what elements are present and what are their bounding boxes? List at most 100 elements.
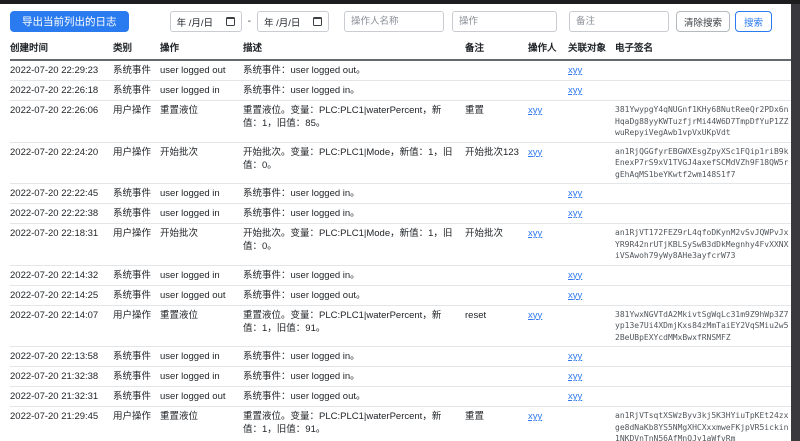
cell-category: 系统事件 (113, 285, 160, 305)
related-object-link[interactable]: xyy (568, 270, 582, 281)
cell-category: 系统事件 (113, 81, 160, 101)
related-object-link[interactable]: xyy (568, 351, 582, 362)
cell-operation: user logged in (160, 81, 243, 101)
cell-operator: xyy (528, 101, 568, 143)
cell-description: 系统事件：user logged in。 (243, 204, 465, 224)
filter-toolbar: 导出当前列出的日志 年 /月/日 - 年 /月/日 清除搜索 搜索 (10, 11, 791, 32)
calendar-icon[interactable] (226, 17, 235, 26)
related-object-link[interactable]: xyy (568, 85, 582, 96)
operator-link[interactable]: xyy (528, 411, 542, 422)
cell-description: 系统事件：user logged out。 (243, 387, 465, 407)
cell-operator: xyy (528, 407, 568, 441)
cell-signature: 381YwxNGVTdA2MkivtSgWqLc31m9Z9hWp3Z7yp13… (615, 305, 791, 347)
cell-category: 系统事件 (113, 367, 160, 387)
export-logs-button[interactable]: 导出当前列出的日志 (10, 11, 129, 32)
cell-description: 系统事件：user logged in。 (243, 265, 465, 285)
cell-related-object (568, 224, 615, 266)
cell-related-object: xyy (568, 204, 615, 224)
cell-signature: 381YwypgY4qNUGnf1KHy68NutReeQr2PDx6nHqaD… (615, 101, 791, 143)
related-object-link[interactable]: xyy (568, 65, 582, 76)
remark-input[interactable] (569, 11, 669, 32)
cell-signature (615, 81, 791, 101)
cell-category: 系统事件 (113, 60, 160, 81)
cell-related-object: xyy (568, 285, 615, 305)
cell-operation: 开始批次 (160, 224, 243, 266)
cell-operation: 开始批次 (160, 142, 243, 184)
cell-operation: user logged in (160, 184, 243, 204)
cell-related-object: xyy (568, 81, 615, 101)
cell-created-time: 2022-07-20 22:14:07 (10, 305, 113, 347)
cell-description: 开始批次。变量：PLC:PLC1|Mode，新值：1，旧值：0。 (243, 224, 465, 266)
cell-operator (528, 367, 568, 387)
cell-signature (615, 367, 791, 387)
scrollbar[interactable] (791, 4, 800, 441)
cell-remark: 重置 (465, 407, 528, 441)
cell-signature (615, 184, 791, 204)
date-to-value: 年 /月/日 (264, 15, 300, 29)
log-row: 2022-07-20 21:29:45 用户操作 重置液位 重置液位。变量：PL… (10, 407, 791, 441)
cell-description: 开始批次。变量：PLC:PLC1|Mode，新值：1，旧值：0。 (243, 142, 465, 184)
related-object-link[interactable]: xyy (568, 391, 582, 402)
cell-description: 重置液位。变量：PLC:PLC1|waterPercent，新值：1，旧值：85… (243, 101, 465, 143)
operator-link[interactable]: xyy (528, 310, 542, 321)
cell-operation: user logged in (160, 204, 243, 224)
operator-link[interactable]: xyy (528, 105, 542, 116)
cell-category: 用户操作 (113, 305, 160, 347)
header-signature: 电子签名 (615, 38, 791, 60)
operation-input[interactable] (452, 11, 557, 32)
cell-created-time: 2022-07-20 22:14:25 (10, 285, 113, 305)
cell-operation: user logged out (160, 285, 243, 305)
cell-created-time: 2022-07-20 22:13:58 (10, 347, 113, 367)
cell-operation: user logged out (160, 387, 243, 407)
related-object-link[interactable]: xyy (568, 208, 582, 219)
cell-category: 系统事件 (113, 204, 160, 224)
cell-related-object (568, 305, 615, 347)
cell-related-object: xyy (568, 265, 615, 285)
cell-description: 系统事件：user logged out。 (243, 60, 465, 81)
related-object-link[interactable]: xyy (568, 371, 582, 382)
cell-description: 系统事件：user logged in。 (243, 367, 465, 387)
cell-operator (528, 60, 568, 81)
clear-search-button[interactable]: 清除搜索 (676, 11, 730, 32)
cell-related-object: xyy (568, 387, 615, 407)
cell-created-time: 2022-07-20 22:22:38 (10, 204, 113, 224)
header-operation: 操作 (160, 38, 243, 60)
cell-related-object (568, 407, 615, 441)
related-object-link[interactable]: xyy (568, 290, 582, 301)
cell-category: 系统事件 (113, 265, 160, 285)
cell-category: 用户操作 (113, 101, 160, 143)
operator-link[interactable]: xyy (528, 228, 542, 239)
related-object-link[interactable]: xyy (568, 188, 582, 199)
cell-signature (615, 204, 791, 224)
log-row: 2022-07-20 22:13:58 系统事件 user logged in … (10, 347, 791, 367)
cell-category: 用户操作 (113, 142, 160, 184)
cell-created-time: 2022-07-20 21:32:31 (10, 387, 113, 407)
cell-operation: 重置液位 (160, 305, 243, 347)
table-header-row: 创建时间 类别 操作 描述 备注 操作人 关联对象 电子签名 (10, 38, 791, 60)
cell-category: 系统事件 (113, 347, 160, 367)
log-row: 2022-07-20 22:18:31 用户操作 开始批次 开始批次。变量：PL… (10, 224, 791, 266)
date-to-input[interactable]: 年 /月/日 (257, 11, 329, 32)
cell-operation: user logged in (160, 367, 243, 387)
operator-link[interactable]: xyy (528, 147, 542, 158)
cell-signature (615, 265, 791, 285)
operator-name-input[interactable] (344, 11, 444, 32)
cell-created-time: 2022-07-20 22:14:32 (10, 265, 113, 285)
log-row: 2022-07-20 22:14:07 用户操作 重置液位 重置液位。变量：PL… (10, 305, 791, 347)
cell-operation: user logged in (160, 265, 243, 285)
filter-controls: 年 /月/日 - 年 /月/日 清除搜索 搜索 (170, 11, 772, 32)
cell-description: 重置液位。变量：PLC:PLC1|waterPercent，新值：1，旧值：91… (243, 305, 465, 347)
cell-remark (465, 347, 528, 367)
header-description: 描述 (243, 38, 465, 60)
log-row: 2022-07-20 22:14:32 系统事件 user logged in … (10, 265, 791, 285)
date-range-separator: - (247, 16, 252, 27)
cell-related-object: xyy (568, 347, 615, 367)
cell-remark (465, 81, 528, 101)
cell-operator: xyy (528, 305, 568, 347)
cell-created-time: 2022-07-20 22:26:18 (10, 81, 113, 101)
log-row: 2022-07-20 21:32:31 系统事件 user logged out… (10, 387, 791, 407)
calendar-icon[interactable] (313, 17, 322, 26)
cell-operator (528, 184, 568, 204)
search-button[interactable]: 搜索 (735, 11, 772, 32)
date-from-input[interactable]: 年 /月/日 (170, 11, 242, 32)
